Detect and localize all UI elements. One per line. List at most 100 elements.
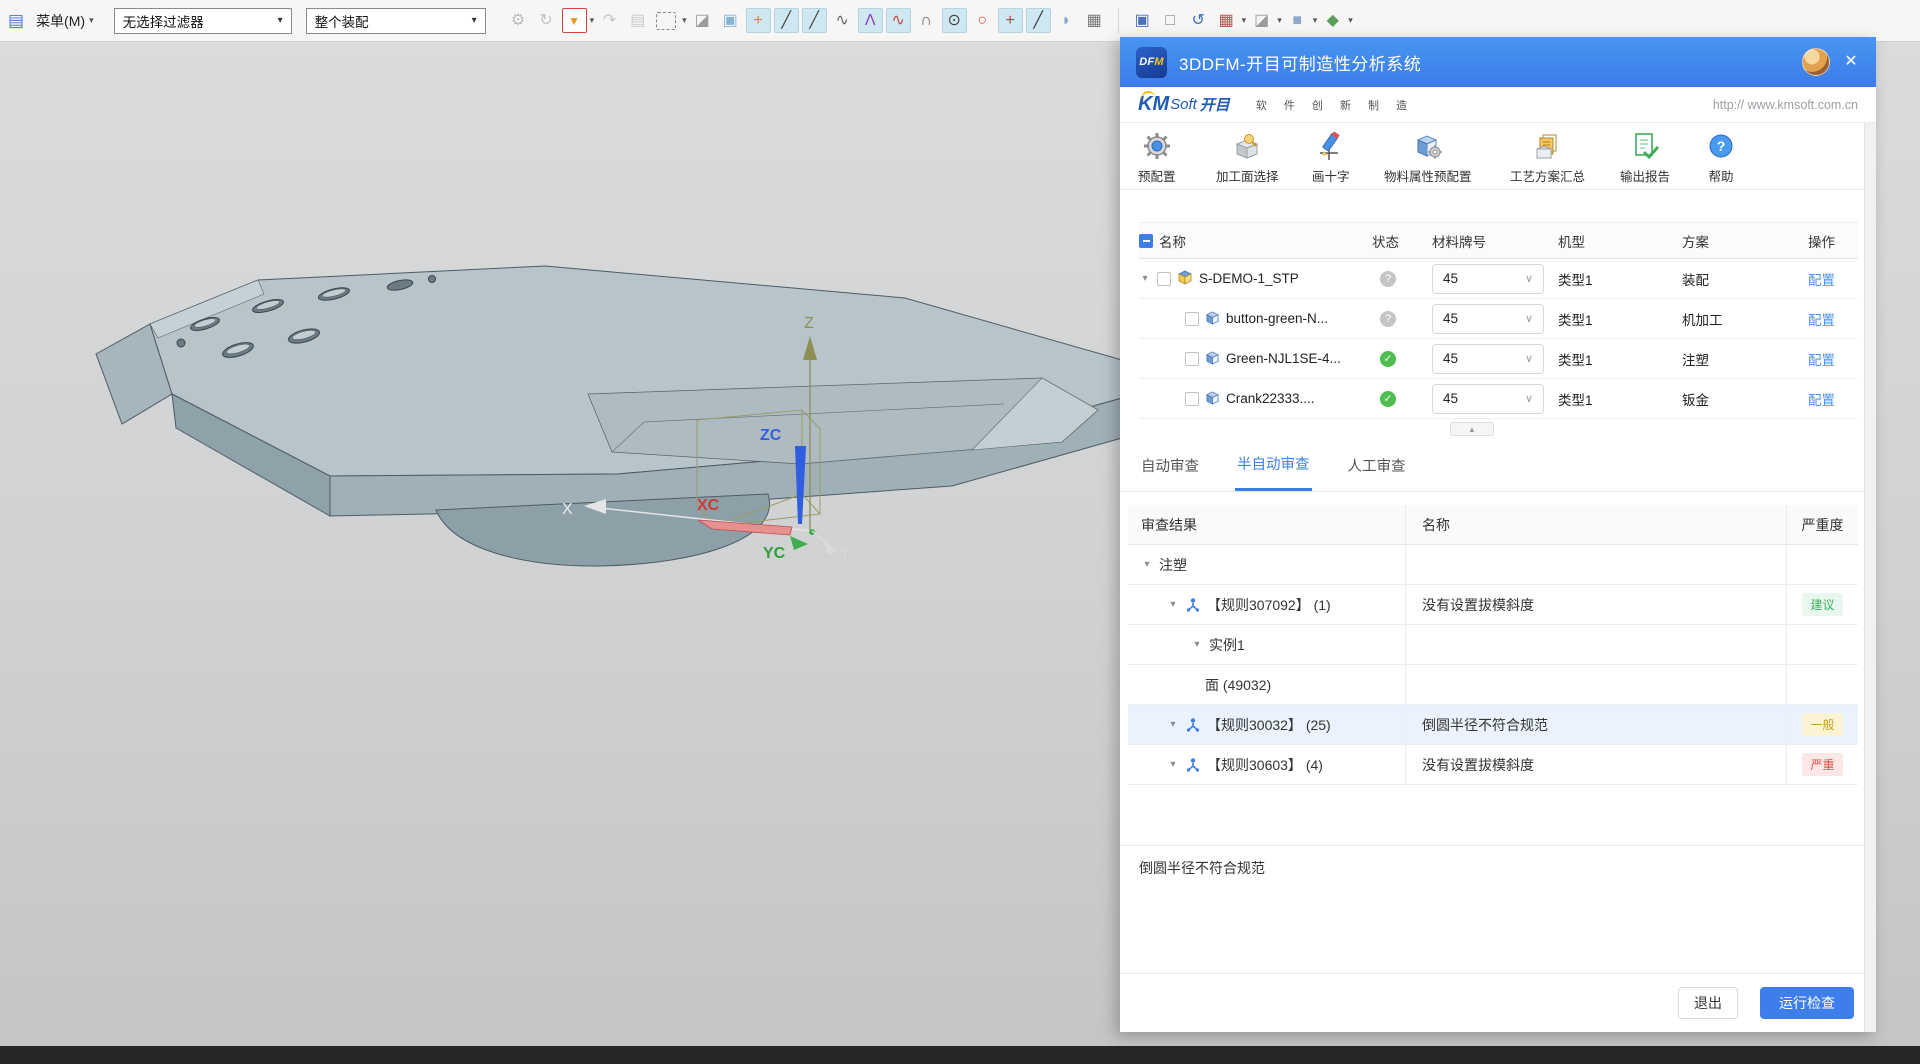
menu-label: 菜单(M) — [36, 11, 85, 31]
chevron-down-icon[interactable]: ▾ — [682, 15, 687, 26]
result-row[interactable]: ▾ 实例1 — [1128, 625, 1858, 665]
tab-semi-auto-review[interactable]: 半自动审查 — [1235, 437, 1312, 491]
studio-spline-icon[interactable]: Λ — [858, 8, 883, 33]
view-cube-icon[interactable]: ■ — [1285, 8, 1310, 33]
action-label: 帮助 — [1708, 166, 1733, 185]
table-row[interactable]: Crank22333.... ✓ 45∨ 类型1 钣金 配置 — [1139, 379, 1858, 419]
rule-id: 【规则30032】 (25) — [1207, 715, 1331, 735]
glass-box-icon[interactable]: ▣ — [718, 8, 743, 33]
chevron-down-icon[interactable]: ▾ — [1348, 15, 1353, 26]
review-tabs: 自动审查 半自动审查 人工审查 — [1120, 437, 1876, 492]
point-plus-icon[interactable]: + — [998, 8, 1023, 33]
rotate-view-icon[interactable]: ↺ — [1186, 8, 1211, 33]
pattern-feature-icon[interactable]: ↷ — [597, 8, 622, 33]
pan-icon[interactable]: □ — [1158, 8, 1183, 33]
tab-manual-review[interactable]: 人工审查 — [1346, 439, 1408, 490]
run-check-button[interactable]: 运行检查 — [1760, 987, 1854, 1019]
selection-filter-select[interactable]: 无选择过滤器 ▾ — [114, 8, 292, 34]
expander-icon[interactable]: ▾ — [1167, 719, 1179, 730]
result-row-selected[interactable]: ▾ 【规则30032】 (25) 倒圆半径不符合规范 一般 — [1128, 705, 1858, 745]
material-select[interactable]: 45∨ — [1432, 304, 1544, 334]
dynamic-handles-icon[interactable]: + — [746, 8, 771, 33]
panel-title: 3DDFM-开目可制造性分析系统 — [1179, 50, 1421, 75]
row-checkbox[interactable] — [1157, 272, 1171, 286]
chevron-down-icon[interactable]: ▾ — [590, 15, 595, 26]
expander-icon[interactable]: ▾ — [1167, 759, 1179, 770]
row-checkbox[interactable] — [1185, 392, 1199, 406]
chevron-down-icon[interactable]: ▾ — [1313, 15, 1318, 26]
assembly-constraints-icon[interactable]: ⚙ — [506, 8, 531, 33]
circle-center-icon[interactable]: ⊙ — [942, 8, 967, 33]
draw-cross-button[interactable]: 画十字 — [1312, 131, 1350, 185]
action-label: 输出报告 — [1620, 166, 1670, 185]
configure-link[interactable]: 配置 — [1808, 389, 1835, 409]
spline-icon[interactable]: ∿ — [886, 8, 911, 33]
collapse-table-button[interactable]: ▲ — [1450, 422, 1494, 436]
mirror-feature-icon[interactable]: ▤ — [625, 8, 650, 33]
process-plan: 注塑 — [1682, 349, 1808, 369]
panel-titlebar[interactable]: DFM 3DDFM-开目可制造性分析系统 ✕ — [1120, 37, 1876, 87]
expander-icon[interactable]: ▾ — [1167, 599, 1179, 610]
brand-slogan: 软 件 创 新 制 造 — [1256, 97, 1414, 113]
result-row[interactable]: ▾ 注塑 — [1128, 545, 1858, 585]
line-point-icon[interactable]: ╱ — [802, 8, 827, 33]
line-icon[interactable]: ╱ — [774, 8, 799, 33]
col-name: 名称 — [1406, 505, 1787, 544]
expander-icon[interactable]: ▾ — [1141, 559, 1153, 570]
zoom-window-icon[interactable]: ▣ — [1130, 8, 1155, 33]
chevron-down-icon: ▾ — [472, 15, 477, 26]
circle-icon[interactable]: ○ — [970, 8, 995, 33]
material-preconfig-button[interactable]: 物料属性预配置 — [1384, 131, 1472, 185]
table-row[interactable]: ▾ S-DEMO-1_STP ? 45∨ 类型1 装配 配置 — [1139, 259, 1858, 299]
user-avatar[interactable] — [1802, 48, 1830, 76]
panel-scrollbar[interactable] — [1864, 123, 1876, 1032]
action-label: 物料属性预配置 — [1384, 166, 1472, 185]
process-summary-button[interactable]: 工艺方案汇总 — [1510, 131, 1585, 185]
selection-scope-select[interactable]: 整个装配 ▾ — [306, 8, 486, 34]
sketch-line-icon[interactable]: ╱ — [1026, 8, 1051, 33]
expander-icon[interactable]: ▾ — [1191, 639, 1203, 650]
material-select[interactable]: 45∨ — [1432, 384, 1544, 414]
result-row[interactable]: ▾ 【规则307092】 (1) 没有设置拔模斜度 建议 — [1128, 585, 1858, 625]
result-row[interactable]: 面 (49032) — [1128, 665, 1858, 705]
render-style-icon[interactable]: ◆ — [1320, 8, 1345, 33]
move-component-icon[interactable]: ↻ — [534, 8, 559, 33]
face-select-button[interactable]: 加工面选择 — [1216, 131, 1279, 185]
rect-select-icon[interactable] — [656, 12, 676, 30]
row-checkbox[interactable] — [1185, 312, 1199, 326]
tab-auto-review[interactable]: 自动审查 — [1139, 439, 1201, 490]
chevron-down-icon: ∨ — [1525, 392, 1533, 405]
layout-grid-icon[interactable]: ▦ — [1214, 8, 1239, 33]
menu-button[interactable]: 菜单(M) ▾ — [30, 9, 100, 33]
export-report-button[interactable]: 输出报告 — [1620, 131, 1670, 185]
bridge-curve-icon[interactable]: ∿ — [830, 8, 855, 33]
vise-icon[interactable]: ◪ — [690, 8, 715, 33]
help-button[interactable]: ? 帮助 — [1706, 131, 1736, 185]
selection-filter-icon[interactable]: ▼ — [562, 8, 587, 33]
expander-icon[interactable]: ▾ — [1139, 273, 1151, 284]
material-select[interactable]: 45∨ — [1432, 344, 1544, 374]
table-row[interactable]: button-green-N... ? 45∨ 类型1 机加工 配置 — [1139, 299, 1858, 339]
kmsoft-logo-soft: Soft — [1170, 96, 1197, 113]
panel-footer: 退出 运行检查 — [1120, 973, 1876, 1032]
exit-button[interactable]: 退出 — [1678, 987, 1738, 1019]
matrix-icon[interactable]: ▦ — [1082, 8, 1107, 33]
row-checkbox[interactable] — [1185, 352, 1199, 366]
chevron-down-icon[interactable]: ▾ — [1242, 15, 1247, 26]
machine-type: 类型1 — [1558, 269, 1682, 289]
arc-icon[interactable]: ∩ — [914, 8, 939, 33]
preconfig-button[interactable]: 预配置 — [1138, 131, 1176, 185]
close-icon[interactable]: ✕ — [1840, 51, 1862, 73]
configure-link[interactable]: 配置 — [1808, 269, 1835, 289]
chevron-down-icon[interactable]: ▾ — [1277, 15, 1282, 26]
configure-link[interactable]: 配置 — [1808, 349, 1835, 369]
clamp-icon[interactable]: ◪ — [1249, 8, 1274, 33]
result-row[interactable]: ▾ 【规则30603】 (4) 没有设置拔模斜度 严重 — [1128, 745, 1858, 785]
table-row[interactable]: Green-NJL1SE-4... ✓ 45∨ 类型1 注塑 配置 — [1139, 339, 1858, 379]
surface-icon[interactable]: ◗ — [1054, 8, 1079, 33]
select-all-checkbox[interactable] — [1139, 234, 1153, 248]
svg-text:?: ? — [1717, 138, 1726, 154]
configure-link[interactable]: 配置 — [1808, 309, 1835, 329]
material-select[interactable]: 45∨ — [1432, 264, 1544, 294]
process-plan: 钣金 — [1682, 389, 1808, 409]
